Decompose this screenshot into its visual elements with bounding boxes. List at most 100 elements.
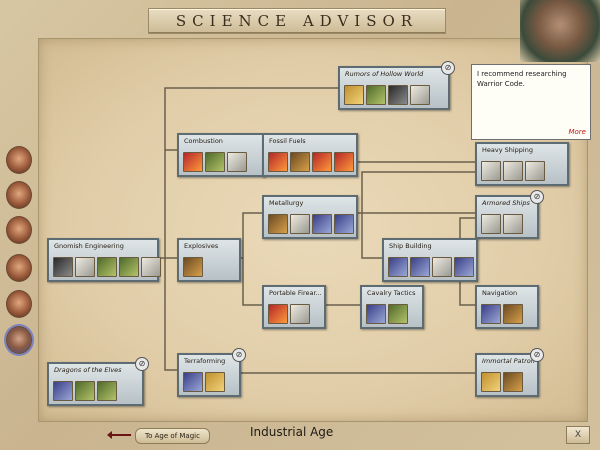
tech-label: Fossil Fuels — [269, 137, 306, 145]
unit-icon — [366, 304, 386, 324]
tech-label: Heavy Shipping — [482, 146, 533, 154]
close-button[interactable]: X — [566, 426, 590, 444]
tech-unlocks — [53, 381, 117, 401]
tech-node-explosives[interactable]: Explosives — [177, 238, 241, 282]
tech-unlocks — [481, 214, 523, 234]
tech-label: Ship Building — [389, 242, 432, 250]
advisor-button-science[interactable] — [6, 326, 32, 354]
advisor-button-1[interactable] — [6, 146, 32, 174]
ship-icon — [432, 257, 452, 277]
item-icon — [410, 85, 430, 105]
advisor-speech-bubble: I recommend researching Warrior Code. Mo… — [471, 64, 591, 140]
building-icon — [268, 304, 288, 324]
advisor-portrait — [520, 0, 600, 62]
tech-node-portable-firearms[interactable]: Portable Firear... — [262, 285, 326, 329]
fire-icon — [312, 152, 332, 172]
wonder-icon — [388, 85, 408, 105]
ship-icon — [481, 304, 501, 324]
ship-icon — [481, 214, 501, 234]
tech-node-heavy-shipping[interactable]: Heavy Shipping — [475, 142, 569, 186]
item-icon — [290, 214, 310, 234]
tech-node-navigation[interactable]: Navigation — [475, 285, 539, 329]
fire-icon — [334, 152, 354, 172]
ship-icon — [410, 257, 430, 277]
lock-icon: ⊘ — [530, 190, 544, 204]
building-icon — [290, 152, 310, 172]
unit-icon — [334, 214, 354, 234]
unit-icon — [503, 372, 523, 392]
building-icon — [205, 152, 225, 172]
unit-icon — [53, 257, 73, 277]
tech-node-armored-ships[interactable]: Armored Ships ⊘ — [475, 190, 544, 239]
unit-icon — [388, 304, 408, 324]
tech-node-immortal-patron[interactable]: Immortal Patron ⊘ — [475, 348, 544, 397]
advisor-button-3[interactable] — [6, 216, 32, 244]
explosion-icon — [183, 257, 203, 277]
tech-label: Portable Firear... — [269, 289, 322, 297]
tech-label: Armored Ships — [482, 199, 530, 207]
tech-node-fossil-fuels[interactable]: Fossil Fuels — [262, 133, 358, 177]
tech-node-terraforming[interactable]: Terraforming ⊘ — [177, 348, 246, 397]
tech-node-gnomish-engineering[interactable]: Gnomish Engineering — [47, 238, 161, 282]
unit-icon — [75, 257, 95, 277]
tech-label: Immortal Patron — [482, 357, 535, 365]
tech-unlocks — [481, 372, 523, 392]
tech-label: Dragons of the Elves — [54, 366, 122, 374]
tech-unlocks — [183, 257, 203, 277]
tech-label: Gnomish Engineering — [54, 242, 124, 250]
tech-unlocks — [268, 152, 354, 172]
tech-unlocks — [53, 257, 161, 277]
tech-unlocks — [481, 161, 545, 181]
tech-unlocks — [366, 304, 408, 324]
dragon-icon — [75, 381, 95, 401]
fire-icon — [268, 152, 288, 172]
tech-node-rumors[interactable]: Rumors of Hollow World ⊘ — [338, 61, 455, 110]
item-icon — [141, 257, 161, 277]
tech-label: Metallurgy — [269, 199, 304, 207]
tech-unlocks — [268, 214, 354, 234]
ship-icon — [503, 214, 523, 234]
age-nav-button[interactable]: To Age of Magic — [135, 428, 210, 444]
lock-icon: ⊘ — [232, 348, 246, 362]
advisor-button-4[interactable] — [6, 254, 32, 282]
building-icon — [268, 214, 288, 234]
window-title: SCIENCE ADVISOR — [175, 12, 419, 30]
lock-icon: ⊘ — [441, 61, 455, 75]
ship-icon — [481, 161, 501, 181]
building-icon — [366, 85, 386, 105]
tech-label: Rumors of Hollow World — [345, 70, 424, 78]
tech-node-metallurgy[interactable]: Metallurgy — [262, 195, 358, 239]
tech-node-combustion[interactable]: Combustion — [177, 133, 265, 177]
advisor-button-5[interactable] — [6, 290, 32, 318]
title-bar: SCIENCE ADVISOR — [148, 8, 446, 34]
water-icon — [312, 214, 332, 234]
lock-icon: ⊘ — [135, 357, 149, 371]
ship-icon — [503, 161, 523, 181]
unit-icon — [290, 304, 310, 324]
tech-label: Combustion — [184, 137, 223, 145]
tech-node-cavalry-tactics[interactable]: Cavalry Tactics — [360, 285, 424, 329]
dragon-icon — [53, 381, 73, 401]
tech-label: Navigation — [482, 289, 518, 297]
tech-unlocks — [183, 372, 225, 392]
tech-node-ship-building[interactable]: Ship Building — [382, 238, 478, 282]
building-icon — [481, 372, 501, 392]
advisor-button-2[interactable] — [6, 181, 32, 209]
ship-icon — [525, 161, 545, 181]
dragon-icon — [97, 381, 117, 401]
building-icon — [97, 257, 117, 277]
item-icon — [205, 372, 225, 392]
tech-label: Explosives — [184, 242, 219, 250]
lock-icon: ⊘ — [530, 348, 544, 362]
arrow-left-icon — [107, 431, 131, 439]
tech-unlocks — [183, 152, 247, 172]
item-icon — [183, 372, 203, 392]
age-label: Industrial Age — [250, 425, 334, 439]
building-icon — [503, 304, 523, 324]
unit-icon — [344, 85, 364, 105]
tech-unlocks — [268, 304, 310, 324]
advisor-speech-text: I recommend researching Warrior Code. — [477, 70, 567, 88]
tech-node-dragons-of-the-elves[interactable]: Dragons of the Elves ⊘ — [47, 357, 149, 406]
more-link[interactable]: More — [568, 128, 586, 136]
tech-label: Terraforming — [184, 357, 226, 365]
